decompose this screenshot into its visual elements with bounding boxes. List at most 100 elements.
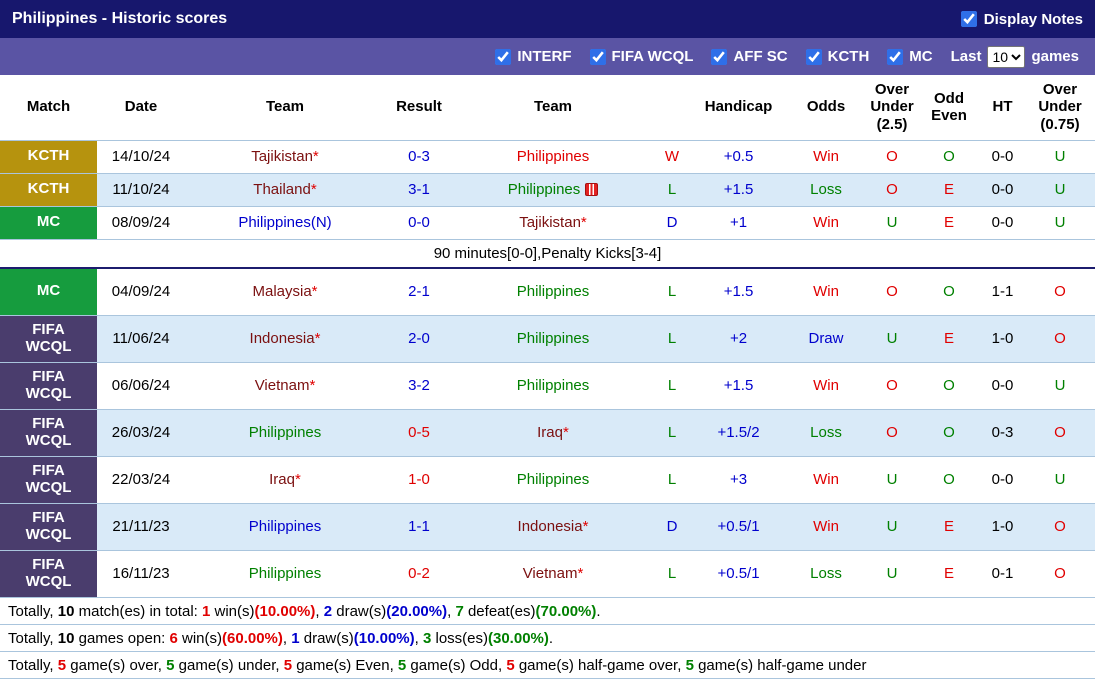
display-notes-toggle[interactable]: Display Notes: [960, 11, 1083, 28]
filter-checkbox-1[interactable]: [589, 48, 606, 65]
away-team-name: Vietnam: [522, 565, 578, 582]
handicap-value: +1.5: [691, 362, 786, 410]
column-header: Odds: [786, 75, 866, 141]
summary-segment: loss(es): [431, 629, 488, 647]
away-team: Philippines: [453, 268, 653, 316]
column-header: Match: [0, 75, 97, 141]
competition-filter[interactable]: MC: [887, 48, 933, 65]
matches-tbody: KCTH 14/10/24 Tajikistan* 0-3 Philippine…: [0, 140, 1095, 598]
competition-cell: FIFA WCQL: [0, 456, 97, 504]
competition-badge: FIFA WCQL: [0, 409, 97, 456]
odd-even-result: E: [918, 315, 980, 363]
over-under-25-result: U: [866, 315, 918, 363]
competition-badge: FIFA WCQL: [0, 362, 97, 409]
summary-segment: (70.00%): [535, 602, 597, 620]
over-under-075-result: U: [1025, 140, 1095, 174]
handicap-result: Win: [786, 456, 866, 504]
away-team-name: Philippines: [516, 148, 590, 165]
halftime-score: 0-0: [980, 173, 1025, 207]
summary-section: Totally, 10 match(es) in total: 1 win(s)…: [0, 598, 1095, 679]
filter-checkbox-3[interactable]: [805, 48, 822, 65]
over-under-25-result: U: [866, 456, 918, 504]
away-team: Philippines: [453, 173, 653, 207]
odd-even-result: O: [918, 140, 980, 174]
home-team-name: Thailand: [253, 181, 311, 198]
competition-badge: KCTH: [0, 173, 97, 206]
summary-segment: ,: [414, 629, 423, 647]
match-date: 26/03/24: [97, 409, 185, 457]
page-title: Philippines - Historic scores: [12, 10, 228, 27]
match-row: FIFA WCQL 06/06/24 Vietnam* 3-2 Philippi…: [0, 362, 1095, 410]
handicap-value: +0.5/1: [691, 503, 786, 551]
handicap-result: Win: [786, 140, 866, 174]
match-date: 11/06/24: [97, 315, 185, 363]
competition-filter[interactable]: KCTH: [805, 48, 870, 65]
handicap-value: +0.5/1: [691, 550, 786, 598]
summary-segment: (10.00%): [254, 602, 316, 620]
away-team-name: Iraq: [537, 424, 563, 441]
fulltime-score: 2-1: [385, 268, 453, 316]
filter-label: KCTH: [827, 48, 870, 65]
home-team-name: Vietnam: [254, 377, 310, 394]
games-count-select[interactable]: 10: [987, 45, 1026, 68]
result-letter: W: [653, 140, 691, 174]
odd-even-result: O: [918, 456, 980, 504]
column-header: Team: [453, 75, 653, 141]
match-row: KCTH 11/10/24 Thailand* 3-1 Philippines …: [0, 173, 1095, 207]
handicap-result: Draw: [786, 315, 866, 363]
home-team-name: Indonesia: [249, 330, 315, 347]
home-team-name: Philippines: [248, 424, 322, 441]
filter-checkbox-2[interactable]: [711, 48, 728, 65]
over-under-25-result: O: [866, 140, 918, 174]
summary-segment: draw(s): [332, 602, 387, 620]
away-team: Philippines: [453, 362, 653, 410]
away-team-name: Philippines: [516, 330, 590, 347]
away-team: Philippines: [453, 315, 653, 363]
competition-cell: KCTH: [0, 140, 97, 174]
column-header: HT: [980, 75, 1025, 141]
filter-checkbox-0[interactable]: [495, 48, 512, 65]
match-row: MC 04/09/24 Malaysia* 2-1 Philippines L …: [0, 268, 1095, 316]
result-letter: L: [653, 362, 691, 410]
match-date: 14/10/24: [97, 140, 185, 174]
home-team: Malaysia*: [185, 268, 385, 316]
match-date: 21/11/23: [97, 503, 185, 551]
last-label: Last: [950, 48, 982, 65]
filter-label: FIFA WCQL: [611, 48, 694, 65]
summary-segment: game(s) half-game under: [693, 656, 867, 674]
competition-filter[interactable]: FIFA WCQL: [589, 48, 694, 65]
summary-segment: ,: [282, 629, 292, 647]
result-letter: L: [653, 409, 691, 457]
display-notes-checkbox[interactable]: [960, 11, 977, 27]
filter-checkbox-4[interactable]: [887, 48, 904, 65]
summary-segment: (10.00%): [353, 629, 415, 647]
summary-segment: 5: [685, 656, 694, 674]
fulltime-score: 0-2: [385, 550, 453, 598]
handicap-value: +1: [691, 206, 786, 240]
home-team-star: *: [310, 181, 317, 198]
match-row: FIFA WCQL 26/03/24 Philippines 0-5 Iraq*…: [0, 409, 1095, 457]
competition-filter[interactable]: AFF SC: [711, 48, 788, 65]
summary-segment: match(es) in total:: [74, 602, 202, 620]
fulltime-score: 0-0: [385, 206, 453, 240]
home-team: Indonesia*: [185, 315, 385, 363]
home-team-star: *: [295, 471, 301, 488]
odd-even-result: O: [918, 409, 980, 457]
filter-list: INTERF FIFA WCQL AFF SC KCTH MC: [495, 48, 933, 65]
match-row: FIFA WCQL 11/06/24 Indonesia* 2-0 Philip…: [0, 315, 1095, 363]
title-bar: Philippines - Historic scores Display No…: [0, 0, 1095, 38]
away-team: Iraq*: [453, 409, 653, 457]
fulltime-score: 1-1: [385, 503, 453, 551]
result-letter: L: [653, 456, 691, 504]
handicap-value: +0.5: [691, 140, 786, 174]
competition-cell: FIFA WCQL: [0, 315, 97, 363]
over-under-25-result: U: [866, 206, 918, 240]
summary-segment: win(s): [210, 602, 255, 620]
fulltime-score: 1-0: [385, 456, 453, 504]
summary-segment: (30.00%): [488, 629, 549, 647]
handicap-result: Win: [786, 206, 866, 240]
over-under-075-result: O: [1025, 503, 1095, 551]
handicap-value: +3: [691, 456, 786, 504]
competition-filter[interactable]: INTERF: [495, 48, 572, 65]
handicap-result: Win: [786, 268, 866, 316]
